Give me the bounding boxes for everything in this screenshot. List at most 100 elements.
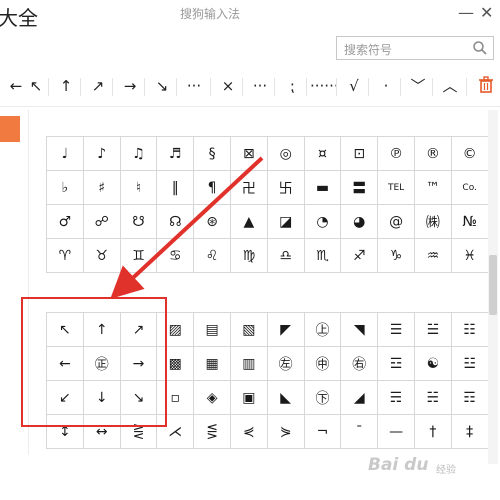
symbol-cell[interactable]: ♭ bbox=[46, 170, 84, 205]
symbol-cell[interactable]: ◎ bbox=[266, 136, 305, 171]
symbol-cell[interactable]: ◔ bbox=[303, 204, 342, 239]
search-box[interactable]: 搜索符号 bbox=[336, 36, 494, 60]
symbol-cell[interactable]: ♓ bbox=[450, 238, 489, 273]
symbol-cell[interactable]: ♍ bbox=[229, 238, 268, 273]
toolbar-symbol[interactable]: √ bbox=[340, 66, 368, 106]
symbol-cell[interactable]: ♫ bbox=[119, 136, 158, 171]
symbol-cell[interactable]: TEL bbox=[377, 170, 415, 205]
symbol-cell[interactable]: ‖ bbox=[156, 170, 195, 205]
trash-icon[interactable] bbox=[478, 76, 494, 94]
symbol-cell[interactable]: ♂ bbox=[46, 204, 84, 239]
symbol-cell[interactable]: ☍ bbox=[82, 204, 121, 239]
symbol-cell[interactable]: ⋞ bbox=[229, 414, 268, 449]
symbol-cell[interactable]: ♎ bbox=[266, 238, 305, 273]
scrollbar-thumb[interactable] bbox=[489, 255, 497, 315]
symbol-cell[interactable]: ▤ bbox=[193, 312, 231, 347]
symbol-cell[interactable]: ⊠ bbox=[229, 136, 268, 171]
toolbar-symbol[interactable]: ······ bbox=[310, 66, 339, 106]
symbol-cell[interactable]: ™ bbox=[413, 170, 452, 205]
symbol-cell[interactable]: ◣ bbox=[266, 380, 305, 415]
symbol-cell[interactable]: ◢ bbox=[340, 380, 379, 415]
symbol-cell[interactable]: ♯ bbox=[82, 170, 121, 205]
symbol-cell[interactable]: ㊧ bbox=[266, 346, 305, 381]
symbol-cell[interactable]: ☴ bbox=[377, 380, 415, 415]
toolbar-symbol[interactable]: ↑ bbox=[52, 66, 80, 106]
symbol-cell[interactable]: ☰ bbox=[377, 312, 415, 347]
symbol-cell[interactable]: § bbox=[193, 136, 231, 171]
symbol-cell[interactable]: № bbox=[450, 204, 489, 239]
symbol-cell[interactable]: ♒ bbox=[413, 238, 452, 273]
toolbar-symbol[interactable]: → bbox=[116, 66, 144, 106]
symbol-cell[interactable]: ♈ bbox=[46, 238, 84, 273]
symbol-cell[interactable]: 〓 bbox=[340, 170, 379, 205]
symbol-cell[interactable]: ☷ bbox=[450, 312, 489, 347]
symbol-cell[interactable]: ♌ bbox=[193, 238, 231, 273]
symbol-cell[interactable]: ☳ bbox=[450, 346, 489, 381]
symbol-cell[interactable]: ¶ bbox=[193, 170, 231, 205]
symbol-cell[interactable]: Co. bbox=[450, 170, 489, 205]
symbol-cell[interactable]: ¤ bbox=[303, 136, 342, 171]
symbol-cell[interactable]: ♐ bbox=[340, 238, 379, 273]
symbol-cell[interactable]: 卐 bbox=[266, 170, 305, 205]
symbol-cell[interactable]: ㈱ bbox=[413, 204, 452, 239]
symbol-cell[interactable]: ☊ bbox=[156, 204, 195, 239]
symbol-cell[interactable]: ☋ bbox=[119, 204, 158, 239]
symbol-cell[interactable]: ▦ bbox=[193, 346, 231, 381]
symbol-cell[interactable]: © bbox=[450, 136, 489, 171]
symbol-cell[interactable]: ⋚ bbox=[193, 414, 231, 449]
symbol-cell[interactable]: ▣ bbox=[229, 380, 268, 415]
symbol-cell[interactable]: ¯ bbox=[340, 414, 379, 449]
symbol-cell[interactable]: ◥ bbox=[340, 312, 379, 347]
symbol-cell[interactable]: ☯ bbox=[413, 346, 452, 381]
close-button[interactable]: ✕ bbox=[480, 4, 493, 22]
symbol-cell[interactable]: ☱ bbox=[413, 312, 452, 347]
symbol-cell[interactable]: ♏ bbox=[303, 238, 342, 273]
symbol-cell[interactable]: ℗ bbox=[377, 136, 415, 171]
symbol-cell[interactable]: ♑ bbox=[377, 238, 415, 273]
symbol-cell[interactable]: — bbox=[377, 414, 415, 449]
symbol-cell[interactable]: ◕ bbox=[340, 204, 379, 239]
symbol-cell[interactable]: ♋ bbox=[156, 238, 195, 273]
toolbar-symbol[interactable]: ··· bbox=[246, 66, 274, 106]
symbol-cell[interactable]: ☲ bbox=[377, 346, 415, 381]
toolbar-symbol[interactable]: ⁏ bbox=[278, 66, 306, 106]
toolbar-symbol[interactable]: · bbox=[372, 66, 400, 106]
symbol-cell[interactable]: ☵ bbox=[413, 380, 452, 415]
symbol-cell[interactable]: ♪ bbox=[82, 136, 121, 171]
symbol-cell[interactable]: ◈ bbox=[193, 380, 231, 415]
symbol-cell[interactable]: ㊨ bbox=[340, 346, 379, 381]
symbol-cell[interactable]: ▧ bbox=[229, 312, 268, 347]
symbol-cell[interactable]: ® bbox=[413, 136, 452, 171]
symbol-cell[interactable]: ♩ bbox=[46, 136, 84, 171]
symbol-cell[interactable]: ㊥ bbox=[303, 346, 342, 381]
symbol-cell[interactable]: ⊡ bbox=[340, 136, 379, 171]
toolbar-symbol[interactable]: ↗ bbox=[84, 66, 112, 106]
toolbar-symbol[interactable]: ﹀ bbox=[404, 66, 432, 106]
sidebar-selected-tab[interactable] bbox=[0, 116, 20, 142]
search-input[interactable]: 搜索符号 bbox=[344, 41, 392, 58]
symbol-cell[interactable]: ♉ bbox=[82, 238, 121, 273]
symbol-cell[interactable]: ▥ bbox=[229, 346, 268, 381]
search-icon[interactable] bbox=[472, 40, 488, 56]
symbol-cell[interactable]: ▲ bbox=[229, 204, 268, 239]
toolbar-symbol[interactable]: ︿ bbox=[436, 66, 464, 106]
symbol-cell[interactable]: ♬ bbox=[156, 136, 195, 171]
symbol-cell[interactable]: ◤ bbox=[266, 312, 305, 347]
symbol-cell[interactable]: @ bbox=[377, 204, 415, 239]
symbol-cell[interactable]: ♊ bbox=[119, 238, 158, 273]
toolbar-symbol[interactable]: × bbox=[214, 66, 242, 106]
minimize-button[interactable]: — bbox=[458, 4, 474, 22]
symbol-cell[interactable]: 卍 bbox=[229, 170, 268, 205]
symbol-cell[interactable]: ▬ bbox=[303, 170, 342, 205]
symbol-cell[interactable]: † bbox=[413, 414, 452, 449]
symbol-cell[interactable]: ¬ bbox=[303, 414, 342, 449]
symbol-cell[interactable]: ‡ bbox=[450, 414, 489, 449]
toolbar-symbol[interactable]: ··· bbox=[180, 66, 208, 106]
symbol-cell[interactable]: ♮ bbox=[119, 170, 158, 205]
symbol-cell[interactable]: ㊦ bbox=[303, 380, 342, 415]
symbol-cell[interactable]: ㊤ bbox=[303, 312, 342, 347]
toolbar-symbol[interactable]: ↘ bbox=[148, 66, 176, 106]
toolbar-symbol[interactable]: ↖ bbox=[22, 66, 50, 106]
symbol-cell[interactable]: ⋟ bbox=[266, 414, 305, 449]
symbol-cell[interactable]: ◪ bbox=[266, 204, 305, 239]
